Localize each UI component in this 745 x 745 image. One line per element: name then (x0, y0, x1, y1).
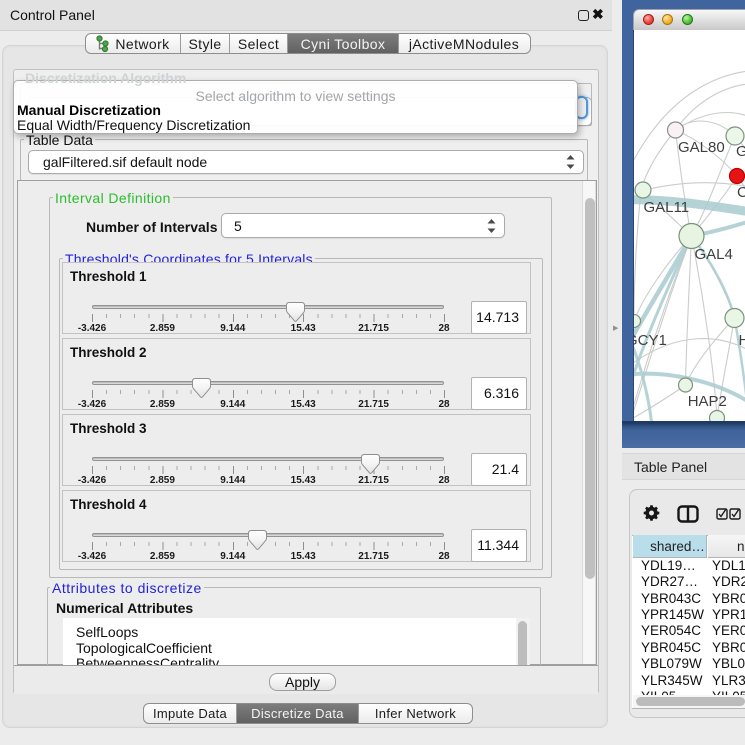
svg-text:HAP2: HAP2 (688, 393, 727, 410)
svg-text:GAL4: GAL4 (695, 246, 733, 263)
svg-text:GCY1: GCY1 (634, 332, 667, 349)
svg-text:H: H (739, 332, 745, 349)
svg-text:GAL80: GAL80 (678, 139, 725, 156)
svg-text:GA: GA (736, 143, 745, 160)
svg-text:CY: CY (737, 184, 745, 201)
svg-text:GAL11: GAL11 (644, 199, 690, 216)
